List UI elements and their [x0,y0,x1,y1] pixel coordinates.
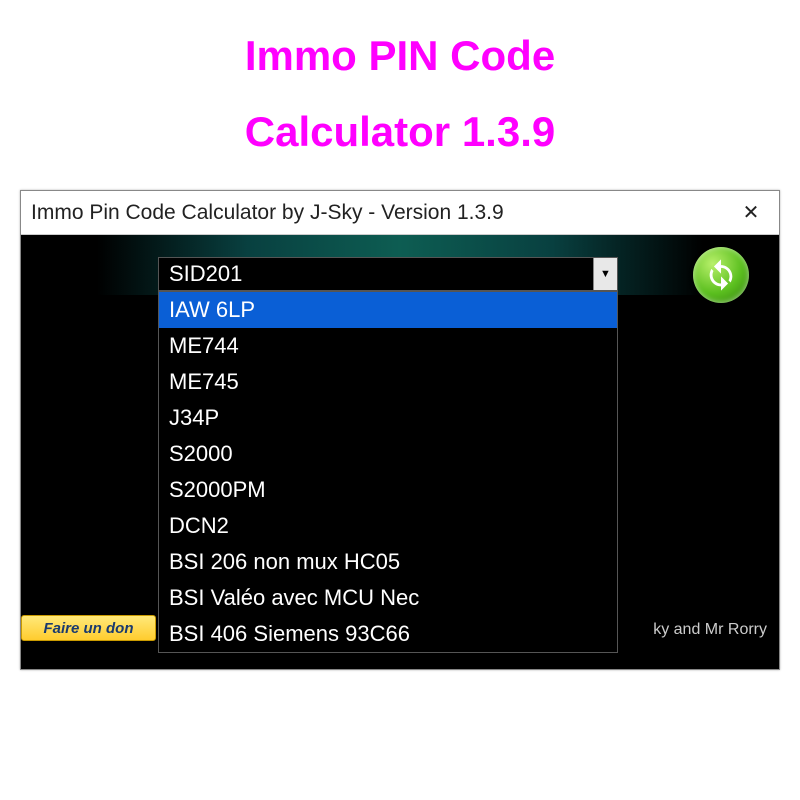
dropdown-item[interactable]: BSI 406 Siemens 93C66 [159,616,617,652]
page-heading-line1: Immo PIN Code [245,32,555,79]
window-title: Immo Pin Code Calculator by J-Sky - Vers… [31,201,504,225]
dropdown-item[interactable]: S2000 [159,436,617,472]
dropdown-item[interactable]: BSI 206 non mux HC05 [159,544,617,580]
model-combobox[interactable]: SID201 ▼ [158,257,618,291]
chevron-down-icon[interactable]: ▼ [593,258,617,290]
page-heading: Immo PIN Code Calculator 1.3.9 [0,0,800,169]
donate-button[interactable]: Faire un don [21,615,156,641]
dropdown-item[interactable]: ME744 [159,328,617,364]
model-dropdown-list[interactable]: IAW 6LPME744ME745J34PS2000S2000PMDCN2BSI… [158,291,618,653]
window-client-area: SID201 ▼ IAW 6LPME744ME745J34PS2000S2000… [21,235,779,669]
app-window: Immo Pin Code Calculator by J-Sky - Vers… [20,190,780,670]
dropdown-item[interactable]: S2000PM [159,472,617,508]
dropdown-item[interactable]: BSI Valéo avec MCU Nec [159,580,617,616]
dropdown-item[interactable]: IAW 6LP [159,292,617,328]
dropdown-item[interactable]: DCN2 [159,508,617,544]
donate-label: Faire un don [44,620,134,637]
window-close-button[interactable]: ✕ [731,197,771,229]
credits-text: ky and Mr Rorry [653,621,767,639]
refresh-button[interactable] [693,247,749,303]
refresh-icon [704,258,738,292]
combobox-selected-value: SID201 [159,261,593,287]
dropdown-item[interactable]: J34P [159,400,617,436]
close-icon: ✕ [743,200,760,225]
page-heading-line2: Calculator 1.3.9 [245,108,555,155]
window-titlebar: Immo Pin Code Calculator by J-Sky - Vers… [21,191,779,235]
dropdown-item[interactable]: ME745 [159,364,617,400]
